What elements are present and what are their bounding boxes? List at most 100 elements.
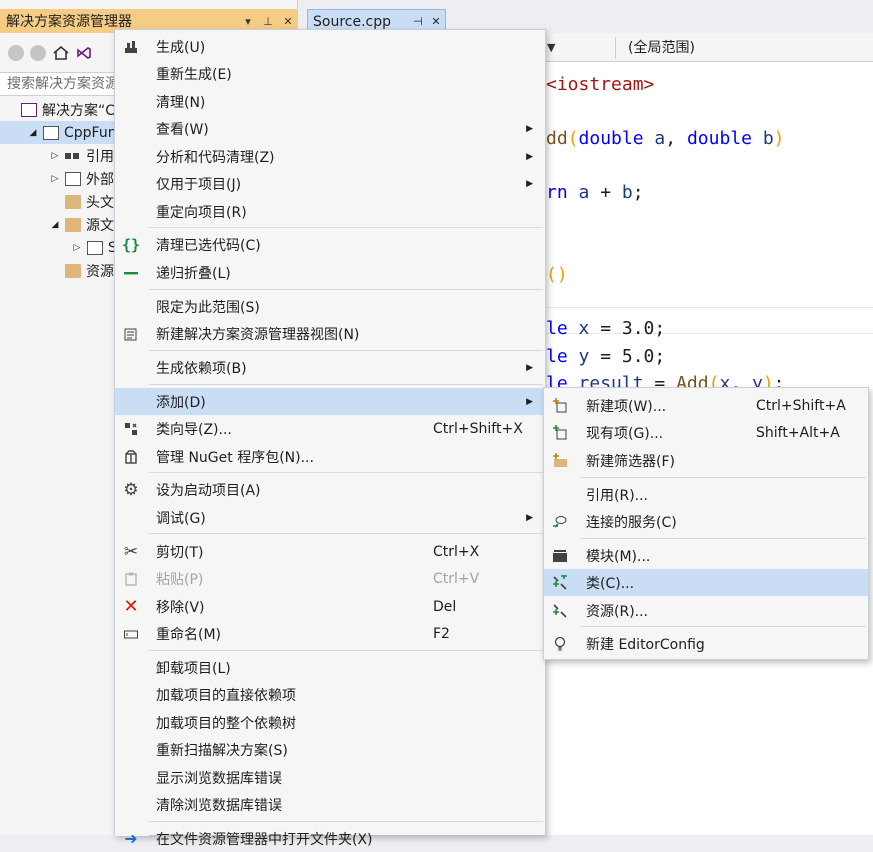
forward-icon[interactable]	[30, 45, 46, 61]
scope-dropdown[interactable]: (全局范围)	[615, 37, 870, 59]
menu-item-label: 模块(M)...	[586, 548, 651, 565]
menu-item-label: 连接的服务(C)	[586, 514, 677, 531]
class-icon	[546, 569, 574, 596]
menu-item-8[interactable]: 类(C)...	[544, 569, 868, 596]
menu-item-label: 添加(D)	[156, 394, 206, 411]
menu-item-31[interactable]: 重新扫描解决方案(S)	[115, 736, 545, 763]
menu-separator	[149, 472, 543, 473]
menu-item-18[interactable]: 管理 NuGet 程序包(N)...	[115, 443, 545, 470]
pin-tab-icon[interactable]: ⊣	[409, 15, 427, 28]
menu-item-icon-slot	[117, 198, 145, 225]
menu-item-label: 粘贴(P)	[156, 571, 204, 588]
solution-icon	[21, 102, 37, 117]
editorconfig-icon	[546, 630, 574, 657]
folder-icon	[65, 263, 81, 278]
menu-item-label: 现有项(G)...	[586, 425, 664, 442]
menu-item-21[interactable]: 调试(G) ▶	[115, 504, 545, 531]
menu-item-24[interactable]: 粘贴(P) Ctrl+V	[115, 565, 545, 592]
close-tab-icon[interactable]: ✕	[427, 15, 445, 28]
menu-item-12[interactable]: 新建解决方案资源管理器视图(N)	[115, 320, 545, 347]
menu-item-28[interactable]: 卸载项目(L)	[115, 654, 545, 681]
menu-item-label: 新建项(W)...	[586, 398, 667, 415]
references-icon	[65, 148, 81, 163]
close-icon[interactable]: ✕	[278, 15, 298, 28]
menu-item-2[interactable]: 新建筛选器(F)	[544, 447, 868, 474]
menu-item-label: 重新生成(E)	[156, 66, 232, 83]
menu-item-0[interactable]: 生成(U)	[115, 33, 545, 60]
switch-views-icon[interactable]	[76, 45, 92, 61]
menu-item-label: 引用(R)...	[586, 487, 649, 504]
tree-item-label: 引用	[86, 148, 114, 165]
menu-item-0[interactable]: 新建项(W)... Ctrl+Shift+A	[544, 392, 868, 419]
new-item-icon	[546, 392, 574, 419]
add-submenu: 新建项(W)... Ctrl+Shift+A 现有项(G)... Shift+Alt+…	[543, 387, 869, 660]
dropdown-icon[interactable]: ▾	[238, 15, 258, 28]
menu-item-32[interactable]: 显示浏览数据库错误	[115, 764, 545, 791]
module-icon	[546, 542, 574, 569]
menu-item-label: 生成(U)	[156, 39, 206, 56]
menu-item-5[interactable]: 仅用于项目(J) ▶	[115, 170, 545, 197]
menu-item-1[interactable]: 现有项(G)... Shift+Alt+A	[544, 419, 868, 446]
menu-item-label: 显示浏览数据库错误	[156, 770, 282, 787]
expander-icon[interactable]: ◢	[28, 128, 38, 138]
cpp-project-icon	[43, 125, 59, 140]
menu-item-5[interactable]: 连接的服务(C)	[544, 508, 868, 535]
expander-icon[interactable]: ◢	[50, 220, 60, 230]
menu-item-label: 管理 NuGet 程序包(N)...	[156, 449, 314, 466]
menu-item-label: 新建筛选器(F)	[586, 453, 675, 470]
project-context-menu: 生成(U) 重新生成(E) 清理(N) 查看(W) ▶ 分析和代码清理(Z) ▶ 仅用于项目(…	[114, 29, 546, 848]
submenu-arrow-icon: ▶	[526, 178, 533, 189]
menu-item-label: 加载项目的直接依赖项	[156, 687, 296, 704]
menu-item-4[interactable]: 分析和代码清理(Z) ▶	[115, 143, 545, 170]
menu-item-label: 清理(N)	[156, 94, 206, 111]
rename-icon	[117, 620, 145, 647]
menu-item-1[interactable]: 重新生成(E)	[115, 60, 545, 87]
menu-item-11[interactable]: 限定为此范围(S)	[115, 293, 545, 320]
menu-item-7[interactable]: 模块(M)...	[544, 542, 868, 569]
menu-item-label: 限定为此范围(S)	[156, 299, 260, 316]
menu-item-9[interactable]: 递归折叠(L)	[115, 259, 545, 286]
menu-item-label: 剪切(T)	[156, 544, 204, 561]
menu-item-16[interactable]: 添加(D) ▶	[115, 388, 545, 415]
menu-item-35[interactable]: ➜ 在文件资源管理器中打开文件夹(X)	[115, 825, 545, 852]
menu-item-4[interactable]: 引用(R)...	[544, 481, 868, 508]
back-icon[interactable]	[8, 45, 24, 61]
menu-separator	[580, 538, 866, 539]
menu-item-icon-slot	[117, 764, 145, 791]
expander-icon[interactable]: ▷	[72, 243, 82, 253]
menu-item-25[interactable]: ✕ 移除(V) Del	[115, 593, 545, 620]
submenu-arrow-icon: ▶	[526, 151, 533, 162]
menu-item-20[interactable]: ⚙ 设为启动项目(A)	[115, 476, 545, 503]
code-line: le x = 3.0;	[546, 318, 666, 339]
menu-item-17[interactable]: 类向导(Z)... Ctrl+Shift+X	[115, 415, 545, 442]
menu-item-26[interactable]: 重命名(M) F2	[115, 620, 545, 647]
menu-item-30[interactable]: 加载项目的整个依赖树	[115, 709, 545, 736]
menu-item-29[interactable]: 加载项目的直接依赖项	[115, 681, 545, 708]
menu-item-shortcut: Ctrl+V	[433, 570, 480, 587]
submenu-arrow-icon: ▶	[526, 512, 533, 523]
class-wizard-icon	[117, 415, 145, 442]
menu-item-icon-slot	[117, 709, 145, 736]
menu-item-label: 类向导(Z)...	[156, 421, 232, 438]
code-line: <iostream>	[546, 74, 655, 95]
menu-item-3[interactable]: 查看(W) ▶	[115, 115, 545, 142]
menu-item-2[interactable]: 清理(N)	[115, 88, 545, 115]
menu-item-8[interactable]: {} 清理已选代码(C)	[115, 231, 545, 258]
menu-item-icon-slot	[117, 504, 145, 531]
cpp-file-icon	[87, 240, 103, 255]
menu-item-label: 新建 EditorConfig	[586, 636, 705, 653]
expander-icon[interactable]: ▷	[50, 174, 60, 184]
menu-item-6[interactable]: 重定向项目(R)	[115, 198, 545, 225]
submenu-arrow-icon: ▶	[526, 123, 533, 134]
menu-item-label: 移除(V)	[156, 599, 205, 616]
menu-item-33[interactable]: 清除浏览数据库错误	[115, 791, 545, 818]
menu-item-9[interactable]: 资源(R)...	[544, 597, 868, 624]
home-icon[interactable]	[52, 45, 70, 61]
menu-item-23[interactable]: ✂ 剪切(T) Ctrl+X	[115, 538, 545, 565]
menu-item-14[interactable]: 生成依赖项(B) ▶	[115, 354, 545, 381]
member-dropdown-arrow-icon[interactable]: ▼	[547, 37, 611, 59]
menu-item-11[interactable]: 新建 EditorConfig	[544, 630, 868, 657]
menu-item-label: 卸载项目(L)	[156, 660, 231, 677]
expander-icon[interactable]: ▷	[50, 151, 60, 161]
pin-icon[interactable]: ⊥	[258, 15, 278, 28]
